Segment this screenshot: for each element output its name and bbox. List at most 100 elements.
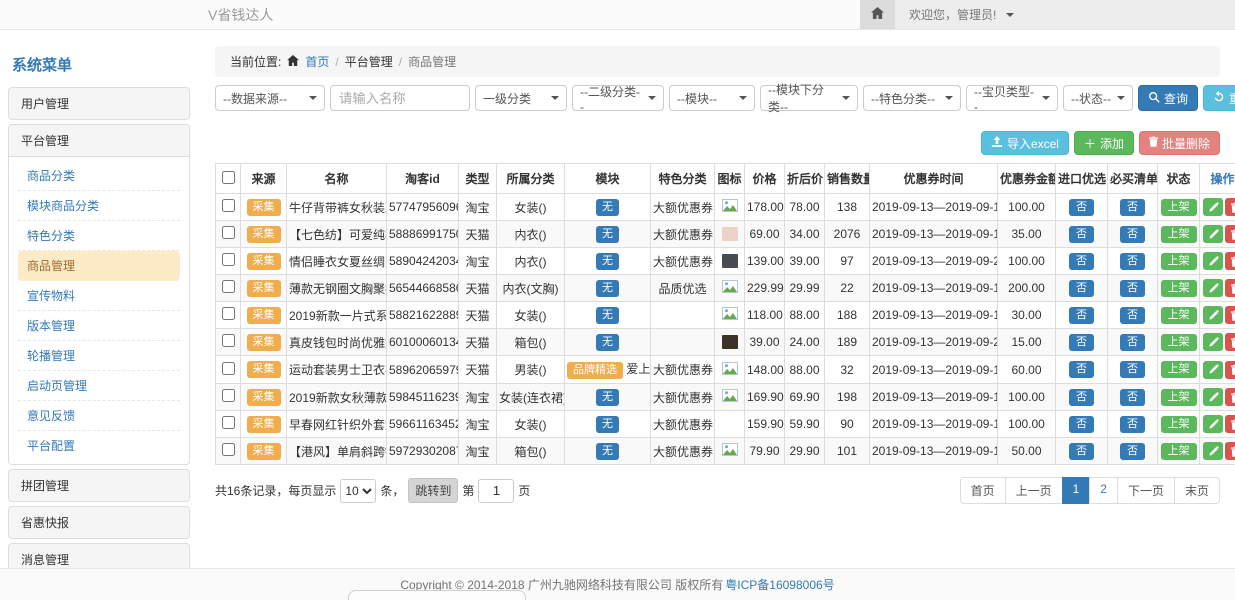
- edit-button[interactable]: [1203, 225, 1223, 243]
- jump-button[interactable]: 跳转到: [408, 478, 458, 503]
- status-toggle[interactable]: 上架: [1161, 416, 1197, 433]
- edit-button[interactable]: [1203, 388, 1223, 406]
- sidebar-group-header[interactable]: 用户管理: [9, 88, 189, 119]
- batch-delete-button[interactable]: 批量删除: [1139, 131, 1220, 155]
- sidebar-group-header[interactable]: 省惠快报: [9, 507, 189, 538]
- icp-link[interactable]: 粤ICP备16098006号: [725, 576, 834, 593]
- pager-page-2[interactable]: 2: [1089, 477, 1118, 504]
- import-select-toggle[interactable]: 否: [1069, 253, 1094, 270]
- filter-select-category-1[interactable]: 一级分类: [475, 85, 567, 111]
- per-page-select[interactable]: 10: [340, 479, 376, 503]
- row-checkbox[interactable]: [222, 226, 235, 239]
- edit-button[interactable]: [1203, 361, 1223, 379]
- delete-button[interactable]: [1225, 306, 1235, 324]
- status-toggle[interactable]: 上架: [1161, 253, 1197, 270]
- delete-button[interactable]: [1225, 415, 1235, 433]
- status-toggle[interactable]: 上架: [1161, 389, 1197, 406]
- sidebar-item[interactable]: 特色分类: [18, 221, 180, 251]
- must-buy-toggle[interactable]: 否: [1120, 416, 1145, 433]
- home-button[interactable]: [860, 0, 895, 29]
- delete-button[interactable]: [1225, 279, 1235, 297]
- pager-nav[interactable]: 上一页: [1005, 477, 1063, 504]
- must-buy-toggle[interactable]: 否: [1120, 280, 1145, 297]
- page-number-input[interactable]: [478, 479, 514, 503]
- sidebar-item[interactable]: 版本管理: [18, 311, 180, 341]
- filter-select-data-source[interactable]: --数据来源--: [215, 85, 325, 111]
- must-buy-toggle[interactable]: 否: [1120, 443, 1145, 460]
- must-buy-toggle[interactable]: 否: [1120, 361, 1145, 378]
- edit-button[interactable]: [1203, 198, 1223, 216]
- sidebar-item[interactable]: 平台配置: [18, 431, 180, 460]
- import-select-toggle[interactable]: 否: [1069, 226, 1094, 243]
- import-select-toggle[interactable]: 否: [1069, 280, 1094, 297]
- sidebar-group-header[interactable]: 拼团管理: [9, 470, 189, 501]
- import-select-toggle[interactable]: 否: [1069, 389, 1094, 406]
- delete-button[interactable]: [1225, 198, 1235, 216]
- filter-input-name[interactable]: [330, 85, 470, 111]
- delete-button[interactable]: [1225, 252, 1235, 270]
- import-select-toggle[interactable]: 否: [1069, 416, 1094, 433]
- pager-page-1[interactable]: 1: [1062, 477, 1091, 504]
- delete-button[interactable]: [1225, 442, 1235, 460]
- import-excel-button[interactable]: 导入excel: [981, 131, 1069, 155]
- import-select-toggle[interactable]: 否: [1069, 361, 1094, 378]
- edit-button[interactable]: [1203, 442, 1223, 460]
- sidebar-item[interactable]: 轮播管理: [18, 341, 180, 371]
- row-checkbox[interactable]: [222, 280, 235, 293]
- filter-select-item-type[interactable]: --宝贝类型--: [966, 85, 1058, 111]
- filter-select-module-sub[interactable]: --模块下分类--: [760, 85, 858, 111]
- status-toggle[interactable]: 上架: [1161, 307, 1197, 324]
- status-toggle[interactable]: 上架: [1161, 361, 1197, 378]
- row-checkbox[interactable]: [222, 389, 235, 402]
- status-toggle[interactable]: 上架: [1161, 199, 1197, 216]
- sidebar-item[interactable]: 商品管理: [18, 251, 180, 281]
- import-select-toggle[interactable]: 否: [1069, 307, 1094, 324]
- import-select-toggle[interactable]: 否: [1069, 199, 1094, 216]
- filter-select-module[interactable]: --模块--: [669, 85, 755, 111]
- sidebar-item[interactable]: 模块商品分类: [18, 191, 180, 221]
- status-toggle[interactable]: 上架: [1161, 280, 1197, 297]
- delete-button[interactable]: [1225, 333, 1235, 351]
- sidebar-group-header[interactable]: 平台管理: [9, 125, 189, 156]
- must-buy-toggle[interactable]: 否: [1120, 199, 1145, 216]
- sidebar-item[interactable]: 意见反馈: [18, 401, 180, 431]
- must-buy-toggle[interactable]: 否: [1120, 253, 1145, 270]
- reset-button[interactable]: 重置: [1203, 85, 1235, 111]
- sidebar-item[interactable]: 商品分类: [18, 161, 180, 191]
- pager-nav[interactable]: 下一页: [1117, 477, 1175, 504]
- row-checkbox[interactable]: [222, 334, 235, 347]
- row-checkbox[interactable]: [222, 443, 235, 456]
- sidebar-item[interactable]: 宣传物料: [18, 281, 180, 311]
- filter-select-category-2[interactable]: --二级分类--: [572, 85, 664, 111]
- import-select-toggle[interactable]: 否: [1069, 334, 1094, 351]
- select-all-checkbox[interactable]: [222, 171, 235, 184]
- filter-select-status[interactable]: --状态--: [1063, 85, 1133, 111]
- import-select-toggle[interactable]: 否: [1069, 443, 1094, 460]
- add-button[interactable]: ＋ 添加: [1074, 131, 1134, 155]
- row-checkbox[interactable]: [222, 416, 235, 429]
- delete-button[interactable]: [1225, 388, 1235, 406]
- pager-nav[interactable]: 末页: [1174, 477, 1220, 504]
- edit-button[interactable]: [1203, 415, 1223, 433]
- edit-button[interactable]: [1203, 279, 1223, 297]
- edit-button[interactable]: [1203, 333, 1223, 351]
- edit-button[interactable]: [1203, 252, 1223, 270]
- search-button[interactable]: 查询: [1138, 85, 1198, 111]
- user-menu[interactable]: 欢迎您，管理员!: [895, 0, 1028, 29]
- status-toggle[interactable]: 上架: [1161, 443, 1197, 460]
- row-checkbox[interactable]: [222, 253, 235, 266]
- sidebar-item[interactable]: 启动页管理: [18, 371, 180, 401]
- must-buy-toggle[interactable]: 否: [1120, 307, 1145, 324]
- edit-button[interactable]: [1203, 306, 1223, 324]
- must-buy-toggle[interactable]: 否: [1120, 389, 1145, 406]
- row-checkbox[interactable]: [222, 362, 235, 375]
- must-buy-toggle[interactable]: 否: [1120, 334, 1145, 351]
- row-checkbox[interactable]: [222, 199, 235, 212]
- status-toggle[interactable]: 上架: [1161, 226, 1197, 243]
- must-buy-toggle[interactable]: 否: [1120, 226, 1145, 243]
- row-checkbox[interactable]: [222, 307, 235, 320]
- breadcrumb-home-link[interactable]: 首页: [305, 53, 329, 70]
- status-toggle[interactable]: 上架: [1161, 334, 1197, 351]
- filter-select-feature[interactable]: --特色分类--: [863, 85, 961, 111]
- delete-button[interactable]: [1225, 361, 1235, 379]
